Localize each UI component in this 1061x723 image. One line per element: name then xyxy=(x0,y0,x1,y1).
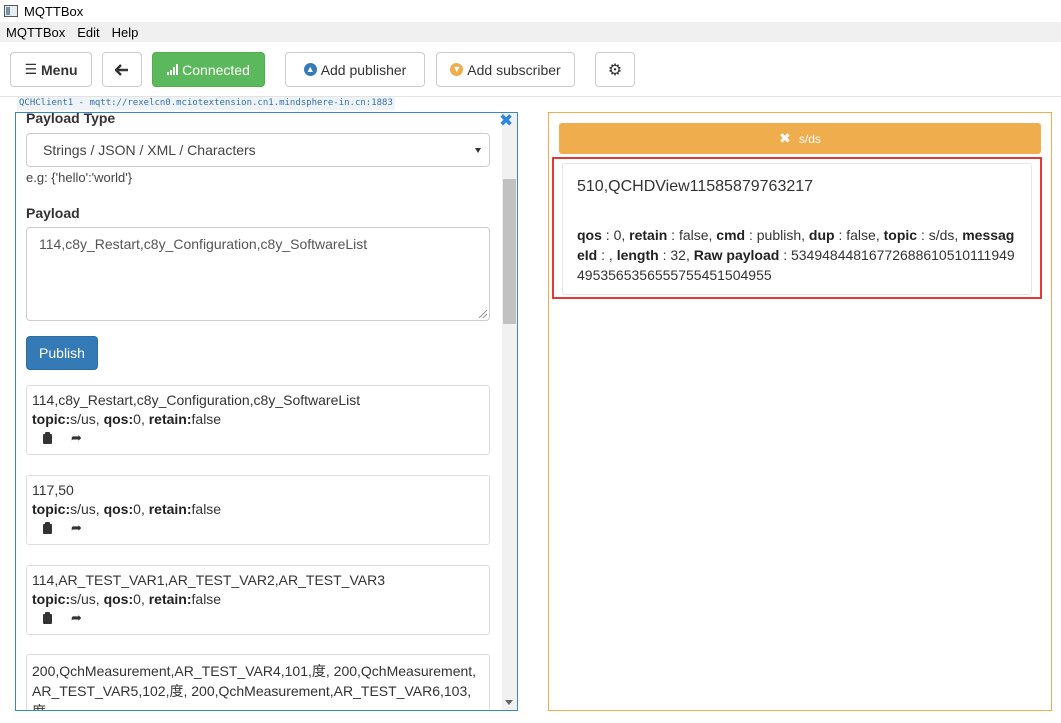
message-actions: ➦ xyxy=(42,521,82,534)
menu-bar: MQTTBox Edit Help xyxy=(0,22,1061,42)
resize-handle-icon[interactable] xyxy=(479,310,487,318)
close-icon[interactable]: ✖ xyxy=(499,113,513,129)
clipboard-icon[interactable] xyxy=(42,522,53,534)
publish-button[interactable]: Publish xyxy=(26,336,98,370)
payload-type-value: Strings / JSON / XML / Characters xyxy=(43,142,256,158)
settings-button[interactable]: ⚙ xyxy=(595,52,635,87)
app-icon xyxy=(4,5,18,17)
menu-item-edit[interactable]: Edit xyxy=(71,25,105,40)
scroll-down-icon[interactable] xyxy=(505,700,513,705)
received-message: 510,QCHDView11585879763217 qos : 0, reta… xyxy=(562,163,1032,295)
published-message-payload: 114,c8y_Restart,c8y_Configuration,c8y_So… xyxy=(32,392,361,408)
back-button[interactable] xyxy=(102,52,142,87)
connected-button[interactable]: Connected xyxy=(152,52,265,87)
chevron-down-icon xyxy=(475,148,481,153)
message-actions: ➦ xyxy=(42,611,82,624)
subscriber-panel: ✖ s/ds 510,QCHDView11585879763217 qos : … xyxy=(548,112,1052,711)
clipboard-icon[interactable] xyxy=(42,612,53,624)
window-title: MQTTBox xyxy=(24,3,84,19)
published-message-payload: 200,QchMeasurement,AR_TEST_VAR4,101,度, 2… xyxy=(32,663,477,711)
menu-item-mqttbox[interactable]: MQTTBox xyxy=(0,25,71,40)
publisher-panel: Payload Type Strings / JSON / XML / Char… xyxy=(15,112,518,711)
published-message-payload: 117,50 xyxy=(32,482,74,498)
share-icon[interactable]: ➦ xyxy=(71,431,82,444)
received-message-payload: 510,QCHDView11585879763217 xyxy=(577,178,814,195)
clipboard-icon[interactable] xyxy=(42,432,53,444)
add-publisher-label: Add publisher xyxy=(320,61,407,78)
message-actions: ➦ xyxy=(42,431,82,444)
title-bar: MQTTBox xyxy=(0,0,1061,22)
toolbar: ☰ Menu Connected ▲ Add publisher ▼ Add s… xyxy=(0,42,1061,97)
published-message-item: 114,AR_TEST_VAR1,AR_TEST_VAR2,AR_TEST_VA… xyxy=(26,565,490,635)
hamburger-icon: ☰ xyxy=(24,61,37,77)
published-message-meta: topic:s/us, qos:0, retain:false xyxy=(32,411,222,427)
payload-type-select[interactable]: Strings / JSON / XML / Characters xyxy=(26,133,490,167)
subscriber-topic-header[interactable]: ✖ s/ds xyxy=(559,123,1041,154)
scrollbar-thumb[interactable] xyxy=(503,179,516,324)
menu-button-label: Menu xyxy=(41,61,78,78)
menu-item-help[interactable]: Help xyxy=(106,25,145,40)
published-message-item: 114,c8y_Restart,c8y_Configuration,c8y_So… xyxy=(26,385,490,455)
published-message-item: 200,QchMeasurement,AR_TEST_VAR4,101,度, 2… xyxy=(26,654,490,711)
received-message-meta: qos : 0, retain : false, cmd : publish, … xyxy=(577,227,1015,283)
menu-button[interactable]: ☰ Menu xyxy=(10,52,92,87)
payload-type-label: Payload Type xyxy=(26,112,116,126)
add-publisher-button[interactable]: ▲ Add publisher xyxy=(285,52,425,87)
payload-label: Payload xyxy=(26,205,80,221)
payload-input-value: 114,c8y_Restart,c8y_Configuration,c8y_So… xyxy=(39,236,368,252)
scrollbar[interactable] xyxy=(502,113,517,710)
arrow-up-circle-icon: ▲ xyxy=(303,63,317,76)
published-message-item: 117,50 topic:s/us, qos:0, retain:false ➦ xyxy=(26,475,490,545)
highlight-box: 510,QCHDView11585879763217 qos : 0, reta… xyxy=(552,157,1042,299)
subscriber-topic: s/ds xyxy=(798,131,821,146)
gear-icon: ⚙ xyxy=(607,61,623,79)
client-connection-url: QCHClient1 - mqtt://rexelcn0.mciotextens… xyxy=(17,97,395,110)
signal-icon xyxy=(167,64,179,75)
add-subscriber-button[interactable]: ▼ Add subscriber xyxy=(436,52,575,87)
payload-input[interactable]: 114,c8y_Restart,c8y_Configuration,c8y_So… xyxy=(26,227,490,321)
add-subscriber-label: Add subscriber xyxy=(467,61,561,78)
published-message-meta: topic:s/us, qos:0, retain:false xyxy=(32,501,222,517)
payload-hint: e.g: {'hello':'world'} xyxy=(26,170,133,185)
share-icon[interactable]: ➦ xyxy=(71,521,82,534)
share-icon[interactable]: ➦ xyxy=(71,611,82,624)
published-message-payload: 114,AR_TEST_VAR1,AR_TEST_VAR2,AR_TEST_VA… xyxy=(32,572,385,588)
published-message-meta: topic:s/us, qos:0, retain:false xyxy=(32,591,222,607)
arrow-down-circle-icon: ▼ xyxy=(450,63,464,76)
arrow-left-icon xyxy=(115,63,128,76)
connected-label: Connected xyxy=(182,61,250,78)
close-icon[interactable]: ✖ xyxy=(779,130,791,147)
